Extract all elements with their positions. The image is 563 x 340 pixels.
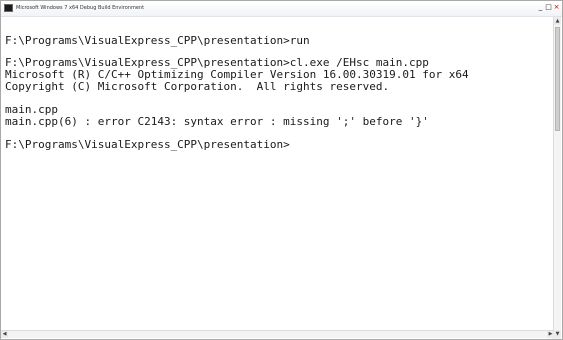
- close-button[interactable]: ×: [553, 3, 560, 11]
- vertical-scrollbar[interactable]: ▲ ▼: [553, 17, 561, 339]
- window-controls: _ □ ×: [537, 3, 560, 13]
- window-title: Microsoft Windows 7 x64 Debug Build Envi…: [16, 5, 145, 11]
- console-line: main.cpp(6) : error C2143: syntax error …: [5, 115, 429, 128]
- console-window: Microsoft Windows 7 x64 Debug Build Envi…: [0, 0, 563, 340]
- maximize-button[interactable]: □: [545, 3, 552, 11]
- console-line: F:\Programs\VisualExpress_CPP\presentati…: [5, 34, 310, 47]
- scroll-down-icon[interactable]: ▼: [554, 330, 561, 338]
- scroll-left-icon[interactable]: ◀: [1, 331, 8, 338]
- vertical-scroll-thumb[interactable]: [555, 27, 560, 131]
- console-icon: [4, 4, 13, 12]
- title-bar[interactable]: Microsoft Windows 7 x64 Debug Build Envi…: [1, 1, 562, 17]
- console-output[interactable]: F:\Programs\VisualExpress_CPP\presentati…: [1, 17, 554, 339]
- console-line: Copyright (C) Microsoft Corporation. All…: [5, 80, 390, 93]
- horizontal-scrollbar[interactable]: ◀ ▶: [1, 330, 554, 338]
- scroll-up-icon[interactable]: ▲: [554, 17, 561, 25]
- scroll-right-icon[interactable]: ▶: [547, 331, 554, 338]
- console-line: F:\Programs\VisualExpress_CPP\presentati…: [5, 138, 290, 151]
- minimize-button[interactable]: _: [537, 3, 544, 11]
